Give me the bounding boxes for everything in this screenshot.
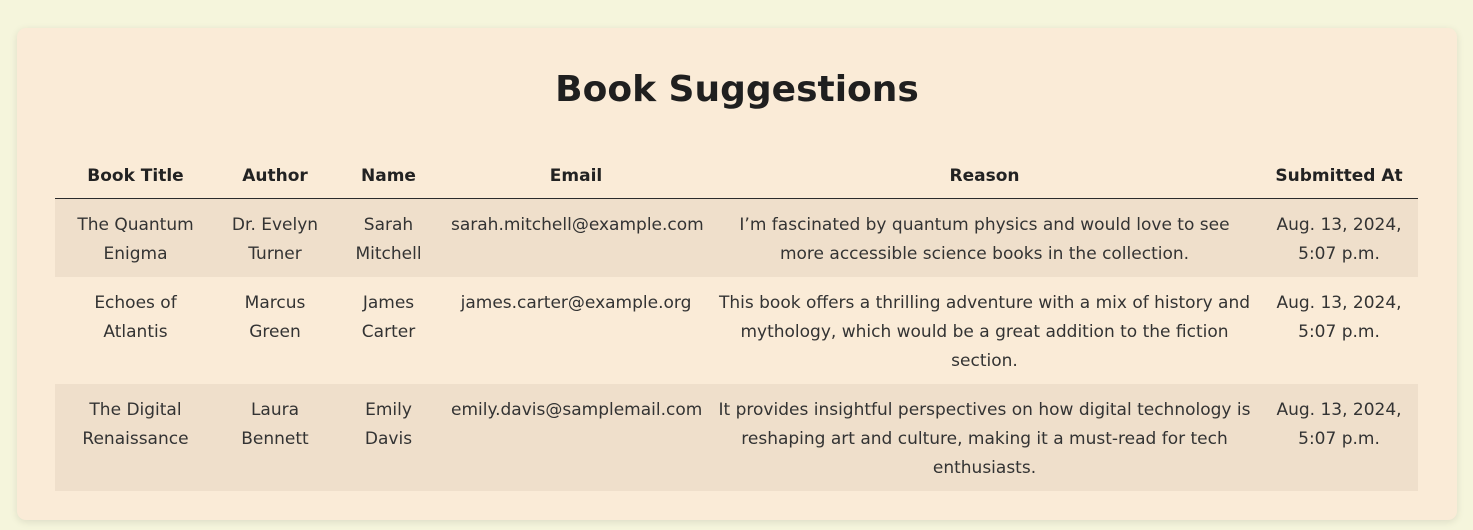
cell-book-title: The Digital Renaissance — [55, 384, 216, 491]
cell-reason: It provides insightful perspectives on h… — [709, 384, 1260, 491]
table-body: The Quantum Enigma Dr. Evelyn Turner Sar… — [55, 198, 1418, 491]
cell-email: james.carter@example.org — [460, 293, 692, 313]
column-header-book-title: Book Title — [55, 154, 216, 199]
cell-name: Emily Davis — [334, 384, 443, 491]
table-row: Echoes of Atlantis Marcus Green James Ca… — [55, 277, 1418, 384]
cell-author: Marcus Green — [244, 293, 306, 342]
suggestions-table: Book Title Author Name Email Reason Subm… — [55, 154, 1418, 491]
table-header: Book Title Author Name Email Reason Subm… — [55, 154, 1418, 199]
cell-reason: This book offers a thrilling adventure w… — [718, 293, 1251, 371]
cell-name: Sarah Mitchell — [334, 198, 443, 277]
suggestions-card: Book Suggestions Book Title Author Name … — [17, 28, 1457, 520]
table-row: The Quantum Enigma Dr. Evelyn Turner Sar… — [55, 198, 1418, 277]
page-title: Book Suggestions — [555, 69, 919, 110]
header-row: Book Title Author Name Email Reason Subm… — [55, 154, 1418, 199]
cell-submitted-at: Aug. 13, 2024, 5:07 p.m. — [1260, 198, 1418, 277]
column-header-name: Name — [334, 154, 443, 199]
cell-reason: I’m fascinated by quantum physics and wo… — [709, 198, 1260, 277]
table-row: The Digital Renaissance Laura Bennett Em… — [55, 384, 1418, 491]
cell-submitted-at: Aug. 13, 2024, 5:07 p.m. — [1276, 293, 1402, 342]
cell-author: Laura Bennett — [216, 384, 334, 491]
column-header-email: Email — [443, 154, 709, 199]
cell-email: sarah.mitchell@example.com — [443, 198, 709, 277]
cell-submitted-at: Aug. 13, 2024, 5:07 p.m. — [1260, 384, 1418, 491]
cell-email: emily.davis@samplemail.com — [443, 384, 709, 491]
cell-book-title: The Quantum Enigma — [55, 198, 216, 277]
column-header-reason: Reason — [709, 154, 1260, 199]
cell-author: Dr. Evelyn Turner — [216, 198, 334, 277]
column-header-author: Author — [216, 154, 334, 199]
cell-name: James Carter — [361, 293, 416, 342]
cell-book-title: Echoes of Atlantis — [94, 293, 177, 342]
column-header-submitted-at: Submitted At — [1260, 154, 1418, 199]
